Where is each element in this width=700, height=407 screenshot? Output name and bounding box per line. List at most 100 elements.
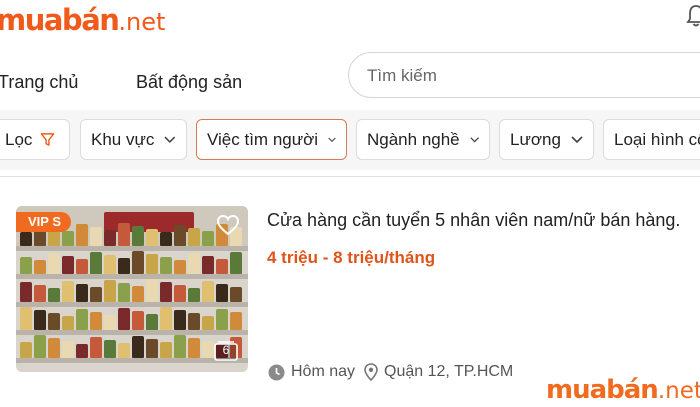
shelf-product — [48, 253, 60, 274]
shelf-product — [104, 255, 116, 274]
shelf-product — [160, 282, 172, 302]
shelf-product — [118, 223, 130, 246]
shelf-product — [20, 342, 32, 358]
shelf-product — [132, 286, 144, 302]
shelf-product — [216, 259, 228, 274]
shelf-product — [76, 284, 88, 302]
shelf-product — [104, 315, 116, 330]
chevron-down-icon — [164, 136, 176, 143]
shelf-product — [132, 226, 144, 246]
vip-badge: VIP S — [16, 212, 72, 232]
top-header: muabán.net — [0, 0, 700, 44]
shelf — [16, 274, 248, 279]
clock-icon — [268, 364, 285, 380]
posted-time-text: Hôm nay — [291, 363, 356, 380]
chip-label: Khu vực — [91, 129, 155, 149]
shelf-product — [230, 312, 242, 330]
filter-button[interactable]: Lọc — [0, 119, 70, 160]
shelf-product — [76, 259, 88, 274]
shelf-product — [188, 228, 200, 246]
shelf-product — [230, 287, 242, 302]
shelf-product — [188, 288, 200, 302]
shelf-product — [174, 310, 186, 330]
shelf-product — [90, 287, 102, 302]
filter-bar: Lọc Khu vực Việc tìm người Ngành nghề Lư… — [0, 110, 700, 170]
shelf-product — [76, 344, 88, 358]
shelf-product — [62, 316, 74, 330]
shelf-product — [90, 252, 102, 274]
shelf-product — [174, 260, 186, 274]
shelf-product — [90, 312, 102, 330]
shelf-product — [216, 284, 228, 302]
shelf-product — [34, 285, 46, 302]
logo-tld: .net — [118, 8, 166, 36]
main-nav: Trang chủ Bất động sản — [0, 44, 700, 110]
shelf-product — [34, 260, 46, 274]
shelf-product — [174, 285, 186, 302]
chip-label: Việc tìm người — [207, 129, 319, 149]
shelf-product — [20, 282, 32, 302]
shelf-product — [34, 335, 46, 358]
shelf-product — [104, 340, 116, 358]
shelf-product — [146, 254, 158, 274]
filter-chip-area[interactable]: Khu vực — [80, 119, 187, 160]
shelf-product — [76, 224, 88, 246]
chevron-down-icon — [571, 135, 583, 143]
section-divider — [0, 176, 700, 177]
location-pin-icon — [364, 363, 378, 381]
logo-name: muabán — [0, 3, 120, 37]
funnel-icon — [41, 133, 55, 146]
shelf-product — [34, 310, 46, 330]
listing-salary: 4 triệu - 8 triệu/tháng — [267, 248, 436, 267]
shelf-product — [118, 283, 130, 302]
shelf-product — [202, 281, 214, 302]
chip-label: Ngành nghề — [367, 129, 460, 149]
shelf-product — [118, 343, 130, 358]
search-box[interactable] — [348, 52, 700, 98]
filter-chip-salary[interactable]: Lương — [499, 119, 594, 160]
shelf-product — [118, 308, 130, 330]
listing-title[interactable]: Cửa hàng cần tuyển 5 nhân viên nam/nữ bá… — [267, 210, 680, 231]
shelf-product — [62, 256, 74, 274]
watermark-tld: .net — [657, 378, 700, 404]
job-listing-card[interactable]: VIP S 6 Cửa hàng cần tuyển 5 nhân viên n… — [0, 190, 700, 390]
search-input[interactable] — [367, 62, 687, 90]
shelf-product — [104, 230, 116, 246]
shelf-product — [160, 342, 172, 358]
shelf-product — [20, 307, 32, 330]
shelf-product — [20, 232, 32, 246]
shelf-product — [146, 339, 158, 358]
shelf-product — [216, 309, 228, 330]
heart-icon[interactable] — [216, 214, 240, 236]
shelf-product — [202, 231, 214, 246]
filter-chip-job-type[interactable]: Việc tìm người — [196, 119, 347, 160]
shelf-product — [132, 336, 144, 358]
chevron-down-icon — [328, 137, 336, 142]
listing-photo[interactable]: VIP S 6 — [16, 206, 248, 372]
location-text: Quận 12, TP.HCM — [384, 363, 514, 380]
shelf-product — [20, 257, 32, 274]
shelf-product — [174, 335, 186, 358]
filter-chip-industry[interactable]: Ngành nghề — [356, 119, 490, 160]
filter-chip-job-form[interactable]: Loại hình cô — [603, 119, 700, 160]
nav-home-link[interactable]: Trang chủ — [0, 72, 78, 93]
image-count-value: 6 — [222, 343, 230, 357]
shelf-product — [174, 225, 186, 246]
shelf-product — [48, 338, 60, 358]
shelf-product — [48, 288, 60, 302]
shelf-product — [90, 337, 102, 358]
chip-label: Lương — [510, 129, 561, 149]
bell-icon[interactable] — [686, 4, 700, 28]
shelf-product — [118, 258, 130, 274]
shelf-product — [160, 307, 172, 330]
shelf-product — [230, 252, 242, 274]
shelf-product — [146, 229, 158, 246]
site-logo[interactable]: muabán.net — [0, 2, 165, 40]
shelf-product — [188, 313, 200, 330]
shelf-product — [90, 227, 102, 246]
filter-label: Lọc — [5, 129, 33, 149]
shelf-product — [62, 341, 74, 358]
nav-real-estate-link[interactable]: Bất động sản — [136, 72, 242, 93]
chip-label: Loại hình cô — [614, 129, 700, 149]
shelf-product — [76, 309, 88, 330]
